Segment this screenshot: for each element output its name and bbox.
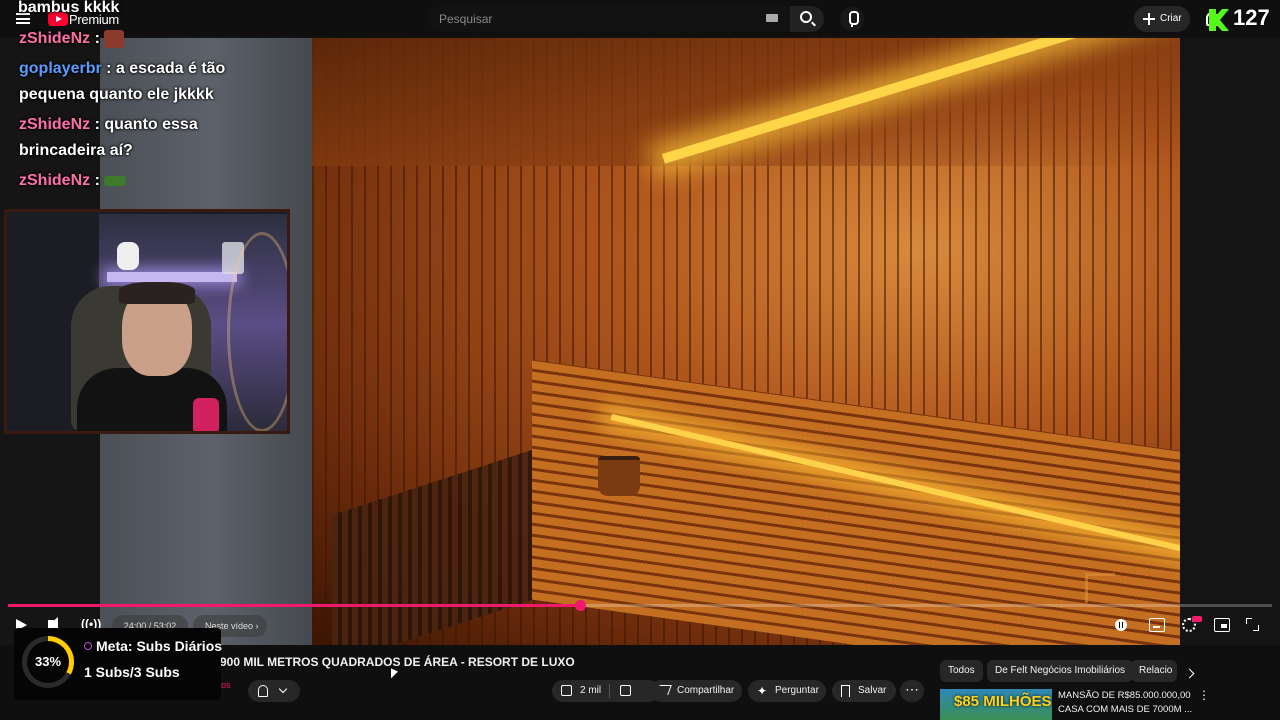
video-title: 900 MIL METROS QUADRADOS DE ÁREA - RESOR… bbox=[220, 655, 575, 669]
panda-figure bbox=[117, 242, 139, 270]
like-icon[interactable] bbox=[561, 685, 572, 696]
rainbow-light bbox=[227, 232, 287, 431]
meta-partial-text: os bbox=[221, 680, 231, 690]
subtitles-icon[interactable] bbox=[1149, 618, 1165, 632]
more-vertical-icon[interactable]: ⋮ bbox=[1198, 688, 1210, 702]
chip-all[interactable]: Todos bbox=[940, 660, 983, 682]
streamer-hair bbox=[119, 282, 195, 304]
chip-channel[interactable]: De Felt Negócios Imobiliários bbox=[987, 660, 1134, 682]
plus-icon bbox=[1143, 13, 1155, 25]
chat-text: : quanto essa bbox=[94, 116, 198, 133]
webcam-shelf-light bbox=[107, 272, 237, 282]
face-emote-icon bbox=[104, 29, 125, 48]
chat-message: goplayerbr : a escada é tão bbox=[19, 56, 225, 82]
microphone-icon[interactable] bbox=[840, 7, 864, 31]
search-input[interactable]: Pesquisar bbox=[428, 6, 790, 32]
sauna-bucket bbox=[598, 456, 640, 496]
save-label: Salvar bbox=[858, 685, 887, 696]
subscription-bell-button[interactable] bbox=[248, 680, 300, 702]
hat-emote-icon bbox=[104, 175, 127, 186]
like-count[interactable]: 2 mil bbox=[580, 680, 601, 702]
bookmark-icon bbox=[841, 685, 850, 697]
meta-status-icon bbox=[84, 642, 92, 650]
miniplayer-icon[interactable] bbox=[1214, 618, 1230, 632]
recommendation-title[interactable]: MANSÃO DE R$85.000.000,00 bbox=[1058, 690, 1191, 701]
hd-badge-icon bbox=[1192, 616, 1202, 622]
chat-username: zShideNz bbox=[19, 30, 91, 47]
meta-percent: 33% bbox=[34, 654, 62, 669]
chat-text: : a escada é tão bbox=[106, 60, 226, 77]
channel-watermark bbox=[1085, 573, 1115, 603]
thumbnail-text: $85 MILHÕES bbox=[954, 693, 1052, 710]
chat-text-continuation: pequena quanto ele jkkkk bbox=[19, 86, 214, 103]
video-scene-sauna bbox=[312, 36, 1180, 645]
chat-username: zShideNz bbox=[19, 172, 91, 189]
chat-message: zShideNz : bbox=[19, 26, 125, 52]
meta-title: Meta: Subs Diários bbox=[96, 638, 223, 654]
volume-icon[interactable] bbox=[48, 617, 58, 631]
sparkle-icon: ✦ bbox=[757, 684, 768, 698]
chat-text: : bbox=[94, 172, 100, 189]
chip-related[interactable]: Relacio bbox=[1131, 660, 1177, 682]
chevron-right-icon: › bbox=[255, 621, 259, 631]
chat-text-continuation: brincadeira aí? bbox=[19, 142, 133, 159]
progress-scrubber[interactable] bbox=[574, 600, 586, 611]
share-label: Compartilhar bbox=[677, 685, 735, 696]
fullscreen-icon[interactable] bbox=[1246, 618, 1259, 631]
chat-message: zShideNz : bbox=[19, 168, 127, 194]
viewer-count: 127 bbox=[1233, 5, 1270, 30]
video-right-border bbox=[1180, 36, 1280, 645]
ask-label: Perguntar bbox=[775, 685, 819, 696]
chat-username: goplayerbr bbox=[19, 60, 102, 77]
streamer-microphone bbox=[193, 398, 219, 431]
stream-title: bambus kkkk bbox=[18, 0, 120, 16]
chat-text: : bbox=[94, 30, 100, 47]
chat-message: zShideNz : quanto essa bbox=[19, 112, 198, 138]
chat-username: zShideNz bbox=[19, 116, 91, 133]
webcam-overlay bbox=[4, 209, 290, 434]
keyboard-icon[interactable] bbox=[766, 14, 778, 22]
sauna-ceiling bbox=[312, 36, 1180, 166]
screen: Premium bambus kkkk Pesquisar Criar 127 … bbox=[0, 0, 1280, 720]
search-icon[interactable] bbox=[800, 11, 812, 23]
more-actions-button[interactable]: ⋯ bbox=[900, 680, 924, 702]
recommendation-title-line2[interactable]: CASA COM MAIS DE 7000M ... bbox=[1058, 704, 1192, 715]
bell-icon bbox=[258, 685, 268, 697]
like-divider bbox=[609, 684, 610, 698]
autoplay-toggle-icon[interactable] bbox=[1115, 619, 1127, 631]
sauna-bench bbox=[532, 359, 1180, 645]
meta-subs-count: 1 Subs/3 Subs bbox=[84, 664, 180, 680]
progress-fill bbox=[8, 604, 580, 607]
dislike-icon[interactable] bbox=[620, 685, 631, 696]
